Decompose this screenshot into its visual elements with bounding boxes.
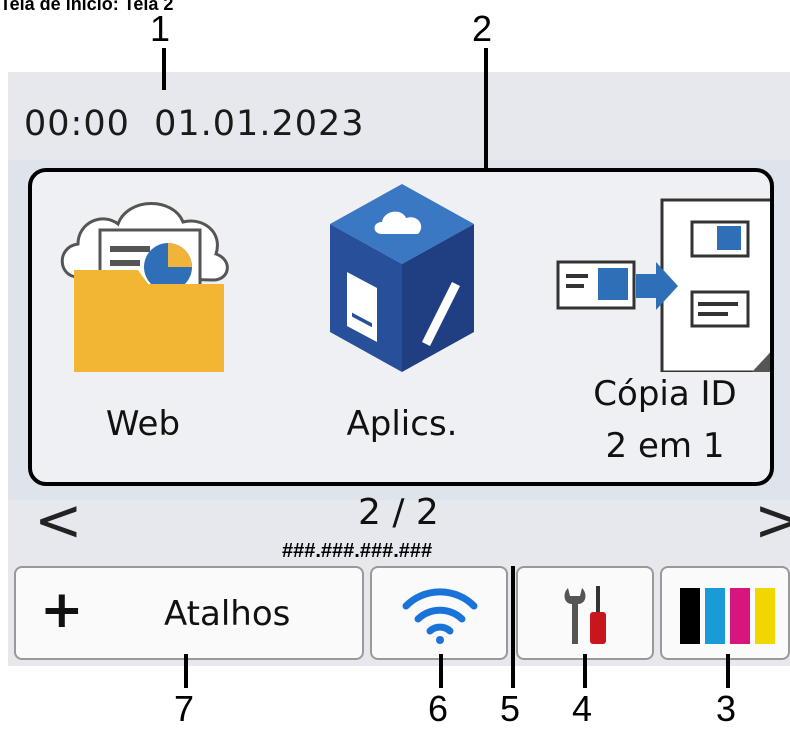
ink-button[interactable]: [660, 566, 790, 660]
ink-cyan: [705, 588, 725, 644]
shortcuts-button[interactable]: + Atalhos: [14, 566, 364, 660]
next-page-arrow[interactable]: >: [754, 490, 790, 550]
wifi-button[interactable]: [370, 566, 508, 660]
app-label: Aplics.: [346, 404, 458, 444]
leader-1: [162, 48, 166, 90]
apps-cube-icon: [330, 184, 474, 372]
date-time: 00:00 01.01.2023: [24, 104, 365, 144]
leader-3: [726, 654, 730, 688]
web-cloud-folder-icon: [60, 202, 229, 372]
figure-caption: Tela de início: Tela 2: [0, 0, 174, 14]
settings-button[interactable]: [516, 566, 654, 660]
leader-6: [439, 654, 443, 688]
tools-icon: [564, 586, 606, 644]
app-web[interactable]: Web: [38, 172, 248, 482]
prev-page-arrow[interactable]: <: [34, 490, 83, 550]
app-label: Web: [105, 404, 181, 444]
ink-yellow: [755, 588, 775, 644]
callout-5: 5: [500, 688, 521, 729]
callout-4: 4: [572, 688, 593, 729]
callout-6: 6: [428, 688, 449, 729]
app-aplics[interactable]: Aplics.: [302, 172, 502, 482]
wifi-icon: [402, 588, 478, 644]
callout-1: 1: [150, 8, 171, 49]
app-carousel: Web Aplics. Cópia ID 2 em 1: [28, 168, 774, 486]
app-copia-id[interactable]: Cópia ID 2 em 1: [552, 172, 770, 482]
leader-4: [583, 654, 587, 688]
ink-black: [680, 588, 700, 644]
leader-2: [484, 48, 488, 170]
callout-3: 3: [716, 688, 737, 729]
app-label-line2: 2 em 1: [605, 426, 725, 466]
ink-magenta: [730, 588, 750, 644]
ink-levels-icon: [680, 588, 778, 644]
page-indicator: 2 / 2: [358, 492, 439, 533]
callout-7: 7: [174, 688, 195, 729]
callout-2: 2: [472, 8, 493, 49]
id-copy-icon: [556, 198, 770, 372]
ip-address: ###.###.###.###: [282, 540, 433, 562]
leader-7: [184, 654, 188, 688]
plus-icon: +: [40, 580, 84, 640]
app-label-line1: Cópia ID: [593, 374, 737, 414]
leader-5: [511, 566, 515, 688]
shortcuts-label: Atalhos: [164, 594, 291, 634]
